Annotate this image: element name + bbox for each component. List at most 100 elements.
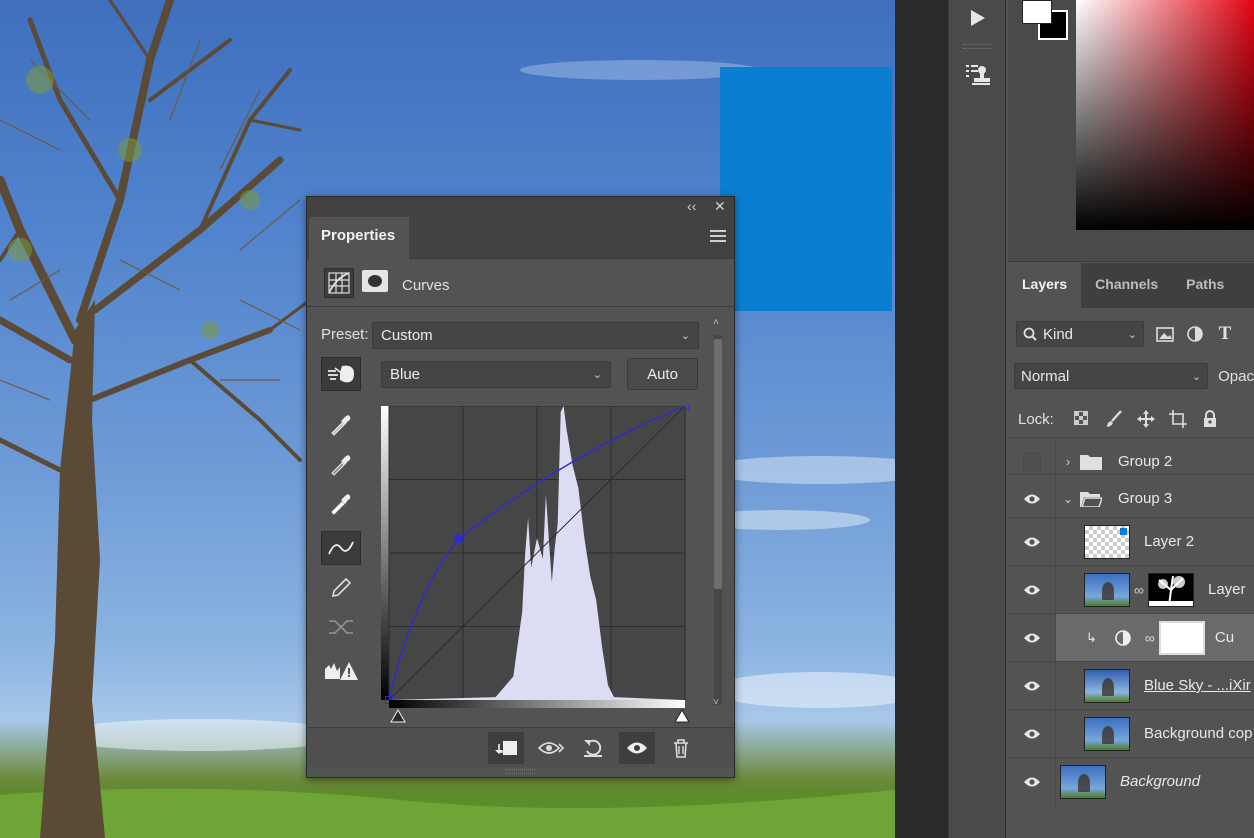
layer-mask-icon[interactable] xyxy=(362,270,388,292)
layer-row-masked-layer[interactable]: ∞ Layer xyxy=(1008,565,1254,614)
visibility-toggle[interactable] xyxy=(1008,517,1056,566)
panel-titlebar[interactable]: ‹‹ ✕ xyxy=(307,197,734,217)
panel-resize-grip[interactable] xyxy=(505,769,535,774)
lock-label: Lock: xyxy=(1018,410,1054,428)
gray-point-eyedropper-icon[interactable] xyxy=(321,448,361,482)
blend-mode-select[interactable]: Normal ⌄ xyxy=(1014,363,1209,389)
filter-kind-select[interactable]: Kind ⌄ xyxy=(1016,321,1144,347)
panel-grip[interactable] xyxy=(963,44,991,49)
adjustment-header xyxy=(307,259,734,307)
tab-channels[interactable]: Channels xyxy=(1081,263,1172,308)
visibility-toggle[interactable] xyxy=(1008,474,1056,523)
black-point-eyedropper-icon[interactable] xyxy=(321,408,361,442)
pencil-draw-icon[interactable] xyxy=(321,571,361,605)
scroll-up-icon[interactable]: ˄ xyxy=(713,317,719,328)
curve-point[interactable] xyxy=(454,534,463,543)
lock-all-icon[interactable] xyxy=(1194,406,1226,432)
clone-source-icon[interactable] xyxy=(957,56,997,92)
channel-select[interactable]: Blue ⌄ xyxy=(381,361,611,388)
visibility-toggle[interactable] xyxy=(1008,661,1056,710)
lock-move-icon[interactable] xyxy=(1130,406,1162,432)
layer-row-background[interactable]: Background xyxy=(1008,757,1254,806)
toggle-visibility-icon[interactable] xyxy=(619,732,655,764)
white-point-slider[interactable] xyxy=(674,709,690,723)
panel-menu-icon[interactable] xyxy=(710,230,726,242)
chevron-down-icon[interactable]: ⌄ xyxy=(1056,492,1080,506)
layer-thumbnail xyxy=(1084,524,1130,559)
layer-mask-thumbnail[interactable] xyxy=(1158,620,1205,655)
lock-artboard-icon[interactable] xyxy=(1162,406,1194,432)
on-image-adjust-tool[interactable] xyxy=(321,357,361,391)
smart-object-thumbnail xyxy=(1084,668,1130,703)
properties-scrollbar[interactable]: ˄ ˅ xyxy=(711,317,725,712)
adjustment-name: Curves xyxy=(402,277,450,294)
panel-gutter xyxy=(895,0,948,838)
auto-button[interactable]: Auto xyxy=(627,358,698,390)
curves-graph[interactable] xyxy=(381,406,693,730)
layer-mask-thumbnail[interactable] xyxy=(1147,572,1194,607)
color-field[interactable] xyxy=(1076,0,1254,230)
layer-name: Background xyxy=(1120,773,1201,790)
layer-row-group-3[interactable]: ⌄ Group 3 xyxy=(1008,474,1254,523)
layer-row-layer-2[interactable]: Layer 2 xyxy=(1008,517,1254,566)
white-point-eyedropper-icon[interactable] xyxy=(321,487,361,521)
foreground-color-swatch[interactable] xyxy=(1022,0,1052,24)
lock-transparent-icon[interactable] xyxy=(1066,406,1098,432)
filter-adjustment-icon[interactable] xyxy=(1180,321,1210,347)
tab-properties[interactable]: Properties xyxy=(309,217,409,259)
lock-brush-icon[interactable] xyxy=(1098,406,1130,432)
layers-panel-tabs: Layers Channels Paths xyxy=(1008,263,1254,308)
chevron-down-icon: ⌄ xyxy=(1127,328,1137,341)
chevron-right-icon[interactable]: › xyxy=(1056,454,1080,469)
blend-row: Normal ⌄ Opac xyxy=(1014,363,1254,389)
preset-label: Preset: xyxy=(321,326,369,343)
search-icon xyxy=(1023,327,1037,341)
lock-row: Lock: xyxy=(1018,406,1254,432)
tab-layers[interactable]: Layers xyxy=(1008,263,1082,308)
layer-name: Background cop xyxy=(1144,725,1253,742)
visibility-toggle[interactable] xyxy=(1008,757,1056,806)
layer-thumbnail xyxy=(1084,572,1130,607)
chevron-down-icon: ⌄ xyxy=(680,330,690,342)
chevron-down-icon: ⌄ xyxy=(1191,370,1202,383)
tab-paths[interactable]: Paths xyxy=(1172,263,1238,308)
visibility-toggle[interactable] xyxy=(1008,613,1056,661)
clip-to-layer-icon[interactable] xyxy=(488,732,524,764)
layers-panel: Layers Channels Paths Kind ⌄ T Normal ⌄ xyxy=(1008,263,1254,838)
layer-row-curves[interactable]: ↳ ∞ Cu xyxy=(1056,613,1254,661)
visibility-toggle[interactable] xyxy=(1008,709,1056,758)
layer-name: Blue Sky - ...iXir xyxy=(1144,677,1251,694)
properties-footer xyxy=(307,727,734,767)
visibility-toggle[interactable] xyxy=(1008,565,1056,614)
trash-icon[interactable] xyxy=(663,732,699,764)
layer-thumbnail xyxy=(1060,764,1106,799)
reset-icon[interactable] xyxy=(575,732,611,764)
folder-open-icon xyxy=(1080,492,1102,507)
curves-adjustment-icon[interactable] xyxy=(324,268,354,298)
view-previous-state-icon[interactable] xyxy=(533,732,569,764)
filter-pixel-icon[interactable] xyxy=(1150,321,1180,347)
layer-name: Group 3 xyxy=(1118,490,1173,507)
layer-row-blue-sky[interactable]: Blue Sky - ...iXir xyxy=(1008,661,1254,710)
layer-name: Layer xyxy=(1207,581,1246,598)
blend-mode-value: Normal xyxy=(1021,367,1070,385)
link-icon[interactable]: ∞ xyxy=(1134,582,1144,598)
link-icon[interactable]: ∞ xyxy=(1145,630,1155,646)
close-icon[interactable]: ✕ xyxy=(714,198,726,215)
scroll-thumb[interactable] xyxy=(714,339,722,589)
curve-point-tool-icon[interactable] xyxy=(321,531,361,565)
filter-row: Kind ⌄ T xyxy=(1016,321,1254,347)
layer-name: Cu xyxy=(1214,629,1235,646)
filter-type-icon[interactable]: T xyxy=(1210,321,1240,347)
input-gradient-bar xyxy=(389,700,685,708)
collapse-panel-icon[interactable]: ‹‹ xyxy=(687,198,696,214)
black-point-slider[interactable] xyxy=(390,709,406,723)
collapsed-panel-strip xyxy=(948,0,1006,838)
clipping-warning-icon[interactable] xyxy=(321,653,361,687)
preset-select[interactable]: Custom ⌄ xyxy=(372,322,699,349)
play-icon[interactable] xyxy=(957,0,997,36)
layer-row-background-copy[interactable]: Background cop xyxy=(1008,709,1254,758)
properties-panel: ‹‹ ✕ Properties Curves Preset: Custom ⌄ … xyxy=(306,196,735,778)
scroll-down-icon[interactable]: ˅ xyxy=(713,697,719,708)
smooth-curve-icon[interactable] xyxy=(321,610,361,644)
